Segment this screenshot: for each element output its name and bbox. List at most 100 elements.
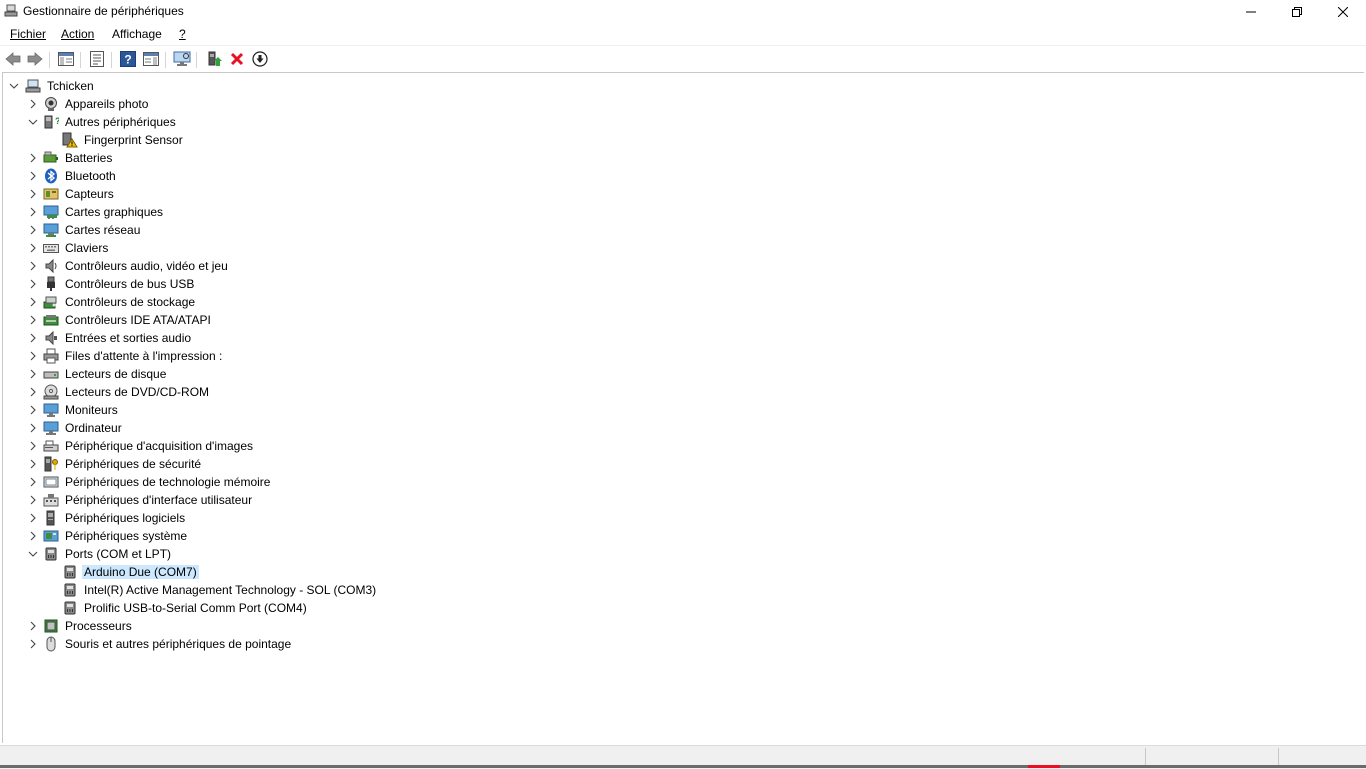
update-driver-button[interactable] [205, 50, 223, 68]
computer-icon [43, 421, 59, 435]
tree-item-label: Intel(R) Active Management Technology - … [84, 583, 377, 597]
tree-item-label: Périphériques de technologie mémoire [65, 475, 271, 489]
disable-device-button[interactable] [251, 50, 269, 68]
properties-button[interactable] [88, 50, 106, 68]
chevron-right-icon[interactable] [28, 351, 38, 361]
chevron-down-icon[interactable] [9, 81, 19, 91]
chevron-right-icon[interactable] [28, 333, 38, 343]
tree-device[interactable]: Arduino Due (COM7) [3, 563, 1363, 581]
scan-hardware-button[interactable] [173, 50, 191, 68]
tree-category[interactable]: Appareils photo [3, 95, 1363, 113]
tree-category[interactable]: Ports (COM et LPT) [3, 545, 1363, 563]
chevron-right-icon[interactable] [28, 387, 38, 397]
tree-category[interactable]: Ordinateur [3, 419, 1363, 437]
chevron-right-icon[interactable] [28, 639, 38, 649]
tree-category[interactable]: Périphérique d'acquisition d'images [3, 437, 1363, 455]
tree-category[interactable]: Contrôleurs IDE ATA/ATAPI [3, 311, 1363, 329]
back-button[interactable] [4, 50, 22, 68]
tree-category[interactable]: Périphériques système [3, 527, 1363, 545]
close-button[interactable] [1320, 0, 1366, 24]
tree-category[interactable]: Périphériques d'interface utilisateur [3, 491, 1363, 509]
chevron-right-icon[interactable] [28, 315, 38, 325]
chevron-right-icon[interactable] [28, 477, 38, 487]
chevron-right-icon[interactable] [28, 279, 38, 289]
tree-item-label: Ports (COM et LPT) [65, 547, 172, 561]
restore-button[interactable] [1274, 0, 1320, 24]
chevron-right-icon[interactable] [28, 621, 38, 631]
battery-icon [43, 151, 58, 163]
toolbar-separator [80, 52, 81, 68]
tree-category[interactable]: Périphériques de sécurité [3, 455, 1363, 473]
tree-category[interactable]: Contrôleurs de stockage [3, 293, 1363, 311]
tree-category[interactable]: Entrées et sorties audio [3, 329, 1363, 347]
help-button[interactable]: ? [119, 50, 137, 68]
memory-tech-icon [43, 476, 59, 488]
menu-action[interactable]: Action [61, 27, 94, 41]
chevron-right-icon[interactable] [28, 405, 38, 415]
action-pane-icon [143, 52, 159, 66]
tree-device[interactable]: Prolific USB-to-Serial Comm Port (COM4) [3, 599, 1363, 617]
chevron-right-icon[interactable] [28, 423, 38, 433]
tree-category[interactable]: Batteries [3, 149, 1363, 167]
audio-io-icon [45, 330, 57, 346]
chevron-right-icon[interactable] [28, 153, 38, 163]
tree-category[interactable]: Bluetooth [3, 167, 1363, 185]
tree-root[interactable]: Tchicken [3, 77, 1363, 95]
chevron-right-icon[interactable] [28, 441, 38, 451]
tree-category[interactable]: Périphériques de technologie mémoire [3, 473, 1363, 491]
menu-affichage[interactable]: Affichage [112, 27, 162, 41]
tree-category[interactable]: Moniteurs [3, 401, 1363, 419]
chevron-right-icon[interactable] [28, 189, 38, 199]
security-key-icon [44, 456, 58, 472]
chevron-right-icon[interactable] [28, 495, 38, 505]
tree-item-label: Contrôleurs de bus USB [65, 277, 195, 291]
tree-category[interactable]: Lecteurs de DVD/CD-ROM [3, 383, 1363, 401]
minimize-button[interactable] [1228, 0, 1274, 24]
toolbar: ? [0, 45, 1366, 71]
device-tree[interactable]: Tchicken Appareils photo? Autres périphéri… [2, 72, 1364, 743]
hid-icon [43, 494, 59, 507]
chevron-right-icon[interactable] [28, 297, 38, 307]
svg-text:?: ? [55, 116, 59, 126]
tree-category[interactable]: Cartes réseau [3, 221, 1363, 239]
tree-item-label: Moniteurs [65, 403, 118, 417]
chevron-right-icon[interactable] [28, 513, 38, 523]
menu-help[interactable]: ? [179, 27, 186, 41]
chevron-right-icon[interactable] [28, 459, 38, 469]
tree-device[interactable]: Fingerprint Sensor [3, 131, 1363, 149]
tree-device[interactable]: Intel(R) Active Management Technology - … [3, 581, 1363, 599]
chevron-right-icon[interactable] [28, 207, 38, 217]
chevron-right-icon[interactable] [28, 531, 38, 541]
tree-category[interactable]: Souris et autres périphériques de pointa… [3, 635, 1363, 653]
bluetooth-icon [45, 168, 57, 184]
forward-button[interactable] [26, 50, 44, 68]
port-icon [64, 583, 76, 597]
tree-category[interactable]: Processeurs [3, 617, 1363, 635]
tree-category[interactable]: ? Autres périphériques [3, 113, 1363, 131]
chevron-right-icon[interactable] [28, 225, 38, 235]
toolbar-separator [196, 52, 197, 68]
action-pane-button[interactable] [142, 50, 160, 68]
chevron-right-icon[interactable] [28, 369, 38, 379]
chevron-right-icon[interactable] [28, 171, 38, 181]
show-hide-tree-button[interactable] [57, 50, 75, 68]
tree-category[interactable]: Périphériques logiciels [3, 509, 1363, 527]
tree-category[interactable]: Claviers [3, 239, 1363, 257]
chevron-right-icon[interactable] [28, 99, 38, 109]
forward-arrow-icon [27, 52, 43, 66]
uninstall-button[interactable] [228, 50, 246, 68]
tree-category[interactable]: Lecteurs de disque [3, 365, 1363, 383]
menu-fichier[interactable]: Fichier [10, 27, 46, 41]
chevron-right-icon[interactable] [28, 243, 38, 253]
chevron-down-icon[interactable] [28, 549, 38, 559]
tree-category[interactable]: Cartes graphiques [3, 203, 1363, 221]
chevron-down-icon[interactable] [28, 117, 38, 127]
tree-item-label: Lecteurs de disque [65, 367, 167, 381]
chevron-right-icon[interactable] [28, 261, 38, 271]
display-adapter-icon [43, 205, 59, 219]
tree-category[interactable]: Contrôleurs de bus USB [3, 275, 1363, 293]
computer-root-icon [25, 79, 41, 93]
tree-category[interactable]: Capteurs [3, 185, 1363, 203]
tree-category[interactable]: Contrôleurs audio, vidéo et jeu [3, 257, 1363, 275]
tree-category[interactable]: Files d'attente à l'impression : [3, 347, 1363, 365]
